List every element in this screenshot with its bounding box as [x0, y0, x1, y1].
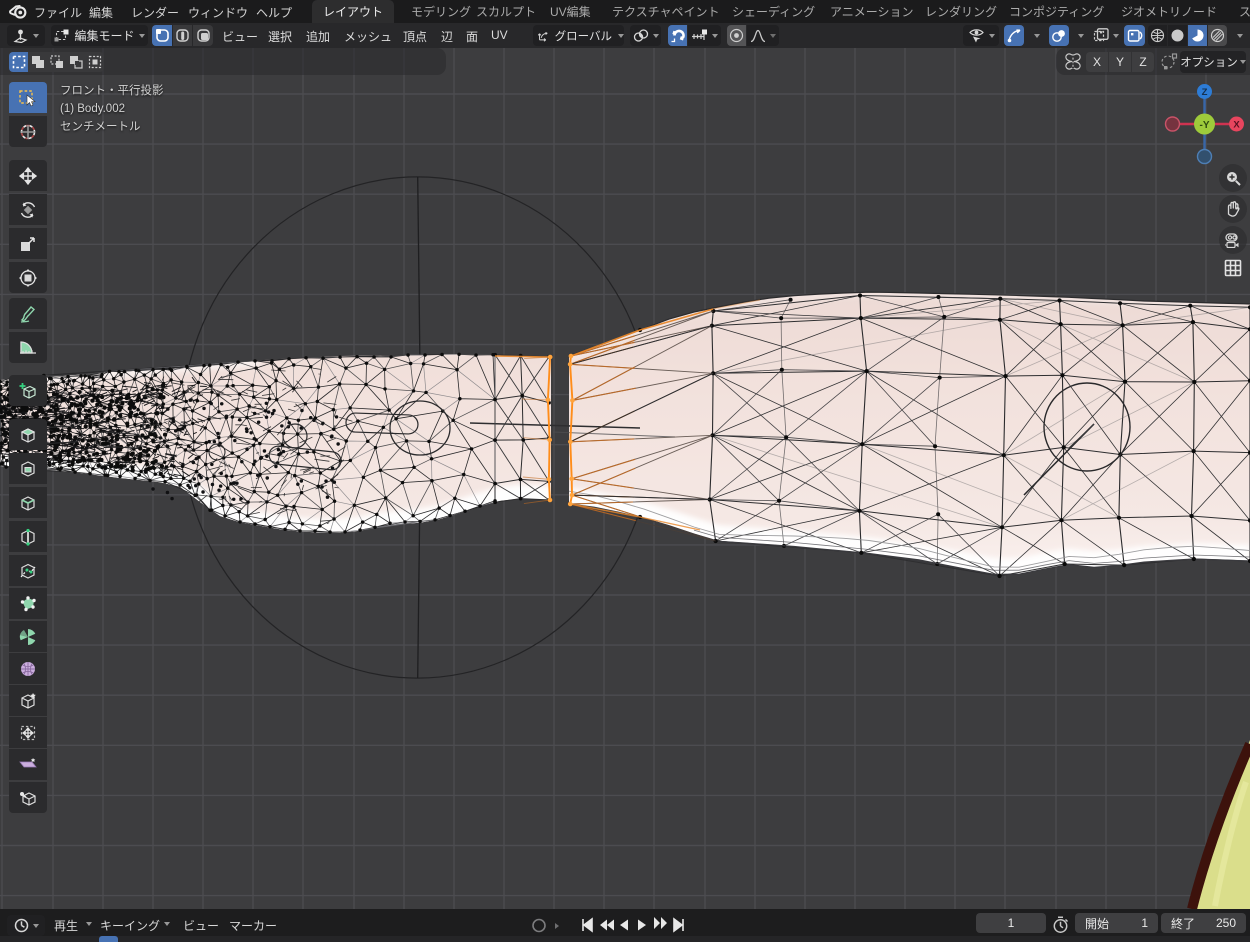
svg-text:-Y: -Y — [1200, 120, 1210, 131]
svg-text:X: X — [1233, 120, 1240, 131]
svg-text:Z: Z — [1202, 87, 1208, 98]
